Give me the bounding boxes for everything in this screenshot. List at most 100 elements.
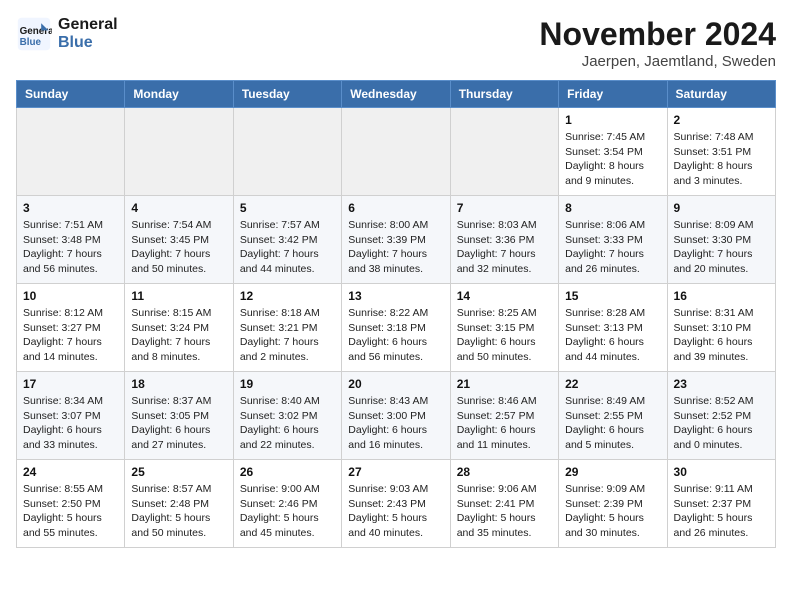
week-row-3: 10Sunrise: 8:12 AMSunset: 3:27 PMDayligh… <box>17 284 776 372</box>
weekday-header-saturday: Saturday <box>667 81 775 108</box>
month-title: November 2024 <box>539 16 776 53</box>
day-info: Sunrise: 7:48 AMSunset: 3:51 PMDaylight:… <box>674 130 769 189</box>
day-info: Sunrise: 9:00 AMSunset: 2:46 PMDaylight:… <box>240 482 335 541</box>
calendar-cell: 24 Sunrise: 8:55 AMSunset: 2:50 PMDayligh… <box>17 460 125 548</box>
day-info: Sunrise: 8:28 AMSunset: 3:13 PMDaylight:… <box>565 306 660 365</box>
calendar-cell <box>17 108 125 196</box>
day-info: Sunrise: 8:15 AMSunset: 3:24 PMDaylight:… <box>131 306 226 365</box>
day-number: 1 <box>565 113 660 127</box>
day-info: Sunrise: 7:54 AMSunset: 3:45 PMDaylight:… <box>131 218 226 277</box>
svg-text:General: General <box>20 26 52 37</box>
calendar-cell: 13Sunrise: 8:22 AMSunset: 3:18 PMDayligh… <box>342 284 450 372</box>
calendar-cell: 7 Sunrise: 8:03 AMSunset: 3:36 PMDaylight… <box>450 196 558 284</box>
day-info: Sunrise: 7:51 AMSunset: 3:48 PMDaylight:… <box>23 218 118 277</box>
calendar-cell: 9Sunrise: 8:09 AMSunset: 3:30 PMDaylight… <box>667 196 775 284</box>
week-row-2: 3 Sunrise: 7:51 AMSunset: 3:48 PMDaylight… <box>17 196 776 284</box>
day-info: Sunrise: 9:06 AMSunset: 2:41 PMDaylight:… <box>457 482 552 541</box>
weekday-header-thursday: Thursday <box>450 81 558 108</box>
day-number: 24 <box>23 465 118 479</box>
day-number: 7 <box>457 201 552 215</box>
logo-line2: Blue <box>58 34 118 52</box>
day-number: 17 <box>23 377 118 391</box>
day-info: Sunrise: 8:40 AMSunset: 3:02 PMDaylight:… <box>240 394 335 453</box>
day-info: Sunrise: 8:00 AMSunset: 3:39 PMDaylight:… <box>348 218 443 277</box>
calendar-cell: 4 Sunrise: 7:54 AMSunset: 3:45 PMDaylight… <box>125 196 233 284</box>
day-number: 11 <box>131 289 226 303</box>
week-row-1: 1 Sunrise: 7:45 AMSunset: 3:54 PMDaylight… <box>17 108 776 196</box>
day-number: 3 <box>23 201 118 215</box>
calendar-cell: 18 Sunrise: 8:37 AMSunset: 3:05 PMDayligh… <box>125 372 233 460</box>
day-info: Sunrise: 9:09 AMSunset: 2:39 PMDaylight:… <box>565 482 660 541</box>
calendar-cell <box>342 108 450 196</box>
day-info: Sunrise: 7:45 AMSunset: 3:54 PMDaylight:… <box>565 130 660 189</box>
calendar-cell: 10Sunrise: 8:12 AMSunset: 3:27 PMDayligh… <box>17 284 125 372</box>
calendar-cell: 14 Sunrise: 8:25 AMSunset: 3:15 PMDayligh… <box>450 284 558 372</box>
day-info: Sunrise: 8:06 AMSunset: 3:33 PMDaylight:… <box>565 218 660 277</box>
day-number: 9 <box>674 201 769 215</box>
week-row-5: 24 Sunrise: 8:55 AMSunset: 2:50 PMDayligh… <box>17 460 776 548</box>
calendar-cell <box>233 108 341 196</box>
calendar-cell: 2 Sunrise: 7:48 AMSunset: 3:51 PMDaylight… <box>667 108 775 196</box>
svg-text:Blue: Blue <box>20 37 42 48</box>
day-number: 30 <box>674 465 769 479</box>
calendar-cell: 8Sunrise: 8:06 AMSunset: 3:33 PMDaylight… <box>559 196 667 284</box>
calendar-cell: 22 Sunrise: 8:49 AMSunset: 2:55 PMDayligh… <box>559 372 667 460</box>
weekday-header-tuesday: Tuesday <box>233 81 341 108</box>
day-number: 15 <box>565 289 660 303</box>
calendar-cell: 23 Sunrise: 8:52 AMSunset: 2:52 PMDayligh… <box>667 372 775 460</box>
calendar-cell: 3 Sunrise: 7:51 AMSunset: 3:48 PMDaylight… <box>17 196 125 284</box>
calendar-cell: 28 Sunrise: 9:06 AMSunset: 2:41 PMDayligh… <box>450 460 558 548</box>
calendar: SundayMondayTuesdayWednesdayThursdayFrid… <box>16 80 776 548</box>
day-number: 29 <box>565 465 660 479</box>
calendar-cell: 1 Sunrise: 7:45 AMSunset: 3:54 PMDaylight… <box>559 108 667 196</box>
day-info: Sunrise: 8:55 AMSunset: 2:50 PMDaylight:… <box>23 482 118 541</box>
calendar-cell: 20Sunrise: 8:43 AMSunset: 3:00 PMDayligh… <box>342 372 450 460</box>
day-number: 23 <box>674 377 769 391</box>
day-number: 28 <box>457 465 552 479</box>
calendar-header: SundayMondayTuesdayWednesdayThursdayFrid… <box>17 81 776 108</box>
calendar-cell: 11 Sunrise: 8:15 AMSunset: 3:24 PMDayligh… <box>125 284 233 372</box>
weekday-header-sunday: Sunday <box>17 81 125 108</box>
day-info: Sunrise: 8:49 AMSunset: 2:55 PMDaylight:… <box>565 394 660 453</box>
day-info: Sunrise: 8:18 AMSunset: 3:21 PMDaylight:… <box>240 306 335 365</box>
calendar-cell: 25 Sunrise: 8:57 AMSunset: 2:48 PMDayligh… <box>125 460 233 548</box>
day-info: Sunrise: 8:34 AMSunset: 3:07 PMDaylight:… <box>23 394 118 453</box>
day-number: 12 <box>240 289 335 303</box>
day-info: Sunrise: 8:25 AMSunset: 3:15 PMDaylight:… <box>457 306 552 365</box>
title-section: November 2024 Jaerpen, Jaemtland, Sweden <box>539 16 776 70</box>
week-row-4: 17 Sunrise: 8:34 AMSunset: 3:07 PMDayligh… <box>17 372 776 460</box>
day-number: 4 <box>131 201 226 215</box>
day-info: Sunrise: 8:12 AMSunset: 3:27 PMDaylight:… <box>23 306 118 365</box>
day-info: Sunrise: 8:52 AMSunset: 2:52 PMDaylight:… <box>674 394 769 453</box>
day-number: 6 <box>348 201 443 215</box>
day-info: Sunrise: 8:03 AMSunset: 3:36 PMDaylight:… <box>457 218 552 277</box>
weekday-header-wednesday: Wednesday <box>342 81 450 108</box>
day-number: 27 <box>348 465 443 479</box>
calendar-cell: 12 Sunrise: 8:18 AMSunset: 3:21 PMDayligh… <box>233 284 341 372</box>
day-number: 2 <box>674 113 769 127</box>
calendar-cell: 5Sunrise: 7:57 AMSunset: 3:42 PMDaylight… <box>233 196 341 284</box>
day-number: 25 <box>131 465 226 479</box>
day-info: Sunrise: 7:57 AMSunset: 3:42 PMDaylight:… <box>240 218 335 277</box>
day-info: Sunrise: 8:57 AMSunset: 2:48 PMDaylight:… <box>131 482 226 541</box>
day-number: 21 <box>457 377 552 391</box>
calendar-cell <box>125 108 233 196</box>
weekday-header-monday: Monday <box>125 81 233 108</box>
day-number: 18 <box>131 377 226 391</box>
calendar-cell: 6 Sunrise: 8:00 AMSunset: 3:39 PMDaylight… <box>342 196 450 284</box>
calendar-cell: 29 Sunrise: 9:09 AMSunset: 2:39 PMDayligh… <box>559 460 667 548</box>
page-header: General Blue General Blue November 2024 … <box>16 16 776 70</box>
calendar-cell: 15 Sunrise: 8:28 AMSunset: 3:13 PMDayligh… <box>559 284 667 372</box>
day-number: 14 <box>457 289 552 303</box>
calendar-cell: 30 Sunrise: 9:11 AMSunset: 2:37 PMDayligh… <box>667 460 775 548</box>
calendar-cell: 16Sunrise: 8:31 AMSunset: 3:10 PMDayligh… <box>667 284 775 372</box>
day-number: 19 <box>240 377 335 391</box>
day-number: 22 <box>565 377 660 391</box>
day-info: Sunrise: 8:37 AMSunset: 3:05 PMDaylight:… <box>131 394 226 453</box>
day-info: Sunrise: 9:11 AMSunset: 2:37 PMDaylight:… <box>674 482 769 541</box>
calendar-cell: 19 Sunrise: 8:40 AMSunset: 3:02 PMDayligh… <box>233 372 341 460</box>
day-number: 26 <box>240 465 335 479</box>
calendar-cell: 17 Sunrise: 8:34 AMSunset: 3:07 PMDayligh… <box>17 372 125 460</box>
day-info: Sunrise: 8:43 AMSunset: 3:00 PMDaylight:… <box>348 394 443 453</box>
calendar-cell: 27Sunrise: 9:03 AMSunset: 2:43 PMDayligh… <box>342 460 450 548</box>
